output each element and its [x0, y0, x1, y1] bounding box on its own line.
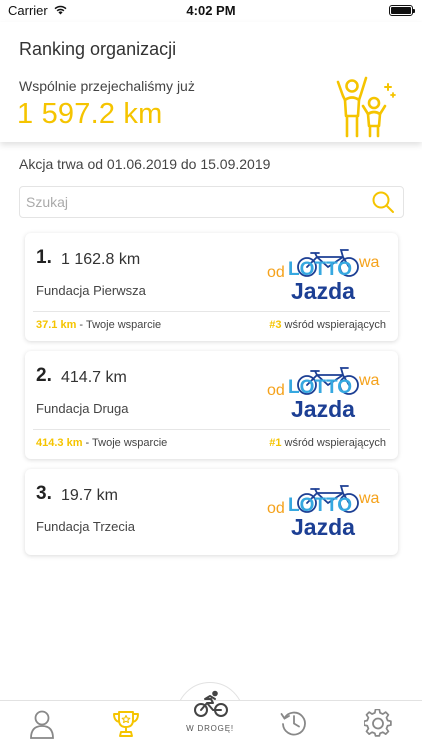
logo-lotto-text: LOTTO: [288, 377, 352, 398]
search-button[interactable]: [363, 187, 403, 217]
rank-number: 1.: [36, 247, 52, 268]
logo-wa-text: wa: [358, 254, 380, 271]
logo-jazda-text: Jazda: [291, 278, 355, 304]
summary-header: Ranking organizacji Wspólnie przejechali…: [0, 22, 422, 142]
your-support-km: 37.1 km: [36, 319, 77, 331]
rank-number: 2.: [36, 365, 52, 386]
logo-od-text: od: [267, 500, 285, 517]
your-support: 414.3 km - Twoje wsparcie: [36, 437, 167, 449]
tab-history[interactable]: [274, 709, 314, 743]
ranking-card[interactable]: 3. 19.7 km Fundacja Trzecia od LOTTO wa …: [25, 469, 398, 555]
your-support-label: - Twoje wsparcie: [82, 437, 168, 449]
battery-icon: [389, 5, 415, 16]
your-support: 37.1 km - Twoje wsparcie: [36, 319, 161, 331]
supporter-rank-label: wśród wspierających: [281, 437, 387, 449]
total-distance-value: 1 597.2 km: [17, 98, 163, 130]
search-box: [19, 186, 404, 218]
rank-number: 3.: [36, 483, 52, 504]
celebrating-people-icon: [336, 76, 396, 138]
odlottowa-jazda-logo: od LOTTO wa Jazda: [267, 367, 380, 422]
odlottowa-jazda-logo: od LOTTO wa Jazda: [267, 249, 380, 304]
logo-jazda-text: Jazda: [291, 514, 355, 540]
odlottowa-jazda-logo: od LOTTO wa Jazda: [267, 485, 380, 540]
distance-value: 19.7 km: [61, 487, 118, 504]
search-input[interactable]: [20, 187, 360, 217]
start-ride-label: W DROGĘ!: [186, 724, 234, 733]
logo-jazda-text: Jazda: [291, 396, 355, 422]
card-divider: [33, 311, 390, 312]
supporter-rank: #1 wśród wspierających: [269, 437, 386, 449]
logo-lotto-text: LOTTO: [288, 259, 352, 280]
logo-wa-text: wa: [358, 490, 380, 507]
supporter-rank-label: wśród wspierających: [281, 319, 387, 331]
organization-name: Fundacja Pierwsza: [36, 283, 146, 298]
organization-name: Fundacja Druga: [36, 401, 129, 416]
ranking-card[interactable]: 2. 414.7 km Fundacja Druga od LOTTO wa J…: [25, 351, 398, 459]
supporter-rank-value: #1: [269, 437, 282, 449]
search-icon: [372, 191, 394, 213]
history-icon: [280, 711, 306, 736]
settings-icon: [364, 709, 392, 737]
your-support-km: 414.3 km: [36, 437, 83, 449]
logo-wa-text: wa: [358, 372, 380, 389]
total-distance-caption: Wspólnie przejechaliśmy już: [19, 78, 195, 94]
logo-od-text: od: [267, 382, 285, 399]
distance-value: 1 162.8 km: [61, 251, 141, 268]
page-title: Ranking organizacji: [19, 39, 177, 59]
supporter-rank: #3 wśród wspierających: [269, 319, 386, 331]
campaign-period: Akcja trwa od 01.06.2019 do 15.09.2019: [19, 156, 271, 172]
logo-lotto-text: LOTTO: [288, 495, 352, 516]
organization-name: Fundacja Trzecia: [36, 519, 135, 534]
ranking-card[interactable]: 1. 1 162.8 km Fundacja Pierwsza od LOTTO…: [25, 233, 398, 341]
logo-od-text: od: [267, 264, 285, 281]
tab-settings[interactable]: [358, 709, 398, 743]
your-support-label: - Twoje wsparcie: [76, 319, 162, 331]
bike-icon: [194, 690, 228, 717]
tab-profile[interactable]: [22, 709, 62, 743]
tab-ranking[interactable]: [106, 709, 146, 743]
distance-value: 414.7 km: [61, 369, 127, 386]
status-bar: Carrier 4:02 PM: [0, 0, 422, 22]
card-divider: [33, 429, 390, 430]
profile-icon: [30, 710, 54, 739]
supporter-rank-value: #3: [269, 319, 282, 331]
trophy-icon: [113, 711, 139, 737]
status-time: 4:02 PM: [186, 3, 236, 18]
